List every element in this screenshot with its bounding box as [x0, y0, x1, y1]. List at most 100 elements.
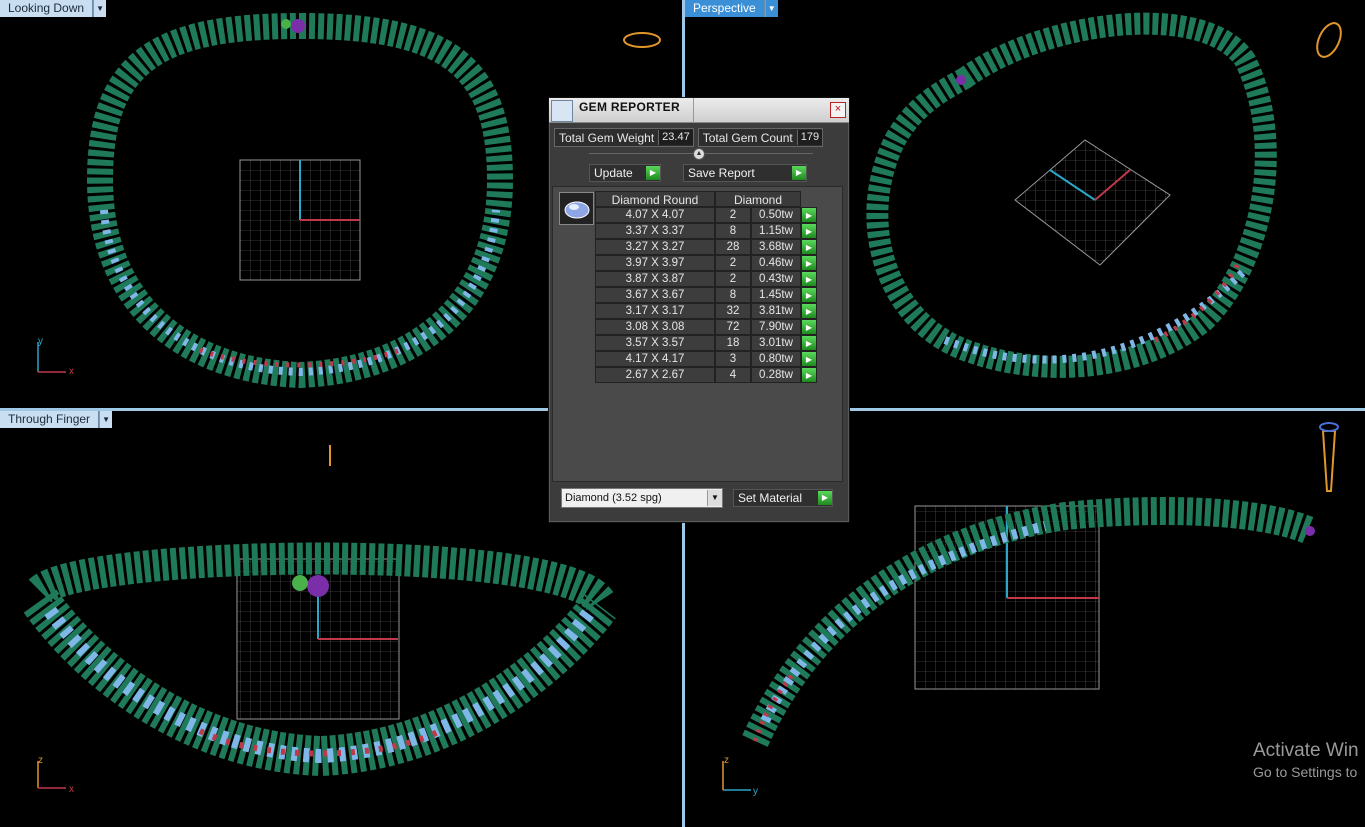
gem-count-cell: 72 [715, 319, 751, 335]
gem-size-cell: 3.27 X 3.27 [595, 239, 715, 255]
gem-count-cell: 28 [715, 239, 751, 255]
save-report-button[interactable]: Save Report ▶ [683, 164, 807, 182]
play-arrow-icon[interactable]: ▶ [801, 303, 817, 319]
axis-label-x: x [69, 784, 74, 795]
gem-weight-cell: 1.15tw [751, 223, 801, 239]
axis-label-z: z [38, 755, 43, 766]
watermark-line-2: Go to Settings to [1253, 764, 1358, 780]
titlebar-divider [693, 98, 694, 122]
dropdown-arrow-icon[interactable]: ▼ [93, 0, 107, 17]
total-gem-weight-value: 23.47 [658, 130, 693, 145]
ring-orientation-icon [623, 32, 661, 48]
gem-size-cell: 3.17 X 3.17 [595, 303, 715, 319]
gem-size-cell: 3.08 X 3.08 [595, 319, 715, 335]
column-header-shape: Diamond Round [595, 191, 715, 207]
chevron-down-icon[interactable]: ▼ [707, 490, 722, 506]
gem-weight-cell: 0.28tw [751, 367, 801, 383]
set-material-button-label: Set Material [738, 491, 803, 505]
update-button[interactable]: Update ▶ [589, 164, 661, 182]
play-arrow-icon[interactable]: ▶ [801, 367, 817, 383]
table-row: 4.07 X 4.07 2 0.50tw ▶ [595, 207, 817, 223]
watermark-line-1: Activate Win [1253, 740, 1359, 761]
set-material-button[interactable]: Set Material ▶ [733, 489, 833, 507]
table-row: 3.17 X 3.17 32 3.81tw ▶ [595, 303, 817, 319]
play-arrow-icon[interactable]: ▶ [801, 335, 817, 351]
gem-size-cell: 3.67 X 3.67 [595, 287, 715, 303]
table-row: 4.17 X 4.17 3 0.80tw ▶ [595, 351, 817, 367]
gem-count-cell: 4 [715, 367, 751, 383]
total-gem-weight-field: Total Gem Weight 23.47 [554, 128, 694, 147]
dialog-title: GEM REPORTER [579, 100, 680, 114]
gem-size-cell: 3.37 X 3.37 [595, 223, 715, 239]
gem-weight-cell: 0.80tw [751, 351, 801, 367]
total-gem-count-value: 179 [796, 130, 823, 145]
gem-count-cell: 2 [715, 207, 751, 223]
update-button-label: Update [594, 166, 633, 180]
play-arrow-icon[interactable]: ▶ [801, 223, 817, 239]
gem-table: Diamond Round Diamond 4.07 X 4.07 2 0.50tw… [595, 191, 817, 383]
ring-orientation-icon [1316, 22, 1342, 58]
viewport-label-through-finger[interactable]: Through Finger ▼ [0, 411, 113, 428]
gem-weight-cell: 0.46tw [751, 255, 801, 271]
play-arrow-icon[interactable]: ▶ [801, 319, 817, 335]
table-row: 3.87 X 3.87 2 0.43tw ▶ [595, 271, 817, 287]
gem-count-cell: 8 [715, 287, 751, 303]
viewport-label-perspective[interactable]: Perspective ▼ [685, 0, 778, 17]
play-arrow-icon[interactable]: ▶ [818, 491, 832, 505]
viewport-title: Through Finger [0, 411, 100, 428]
axis-label-z: z [724, 755, 729, 766]
collapse-toggle-icon[interactable]: ▲ [693, 148, 705, 160]
dropdown-arrow-icon[interactable]: ▼ [764, 0, 778, 17]
total-gem-count-field: Total Gem Count 179 [697, 128, 824, 147]
table-row: 3.37 X 3.37 8 1.15tw ▶ [595, 223, 817, 239]
play-arrow-icon[interactable]: ▶ [801, 255, 817, 271]
gem-count-cell: 18 [715, 335, 751, 351]
play-arrow-icon[interactable]: ▶ [646, 166, 660, 180]
play-arrow-icon[interactable]: ▶ [801, 351, 817, 367]
gem-weight-cell: 0.43tw [751, 271, 801, 287]
gem-count-cell: 3 [715, 351, 751, 367]
gem-list-panel: Diamond Round Diamond 4.07 X 4.07 2 0.50tw… [552, 186, 843, 482]
gem-weight-cell: 3.68tw [751, 239, 801, 255]
material-select[interactable]: Diamond (3.52 spg) ▼ [561, 488, 723, 508]
gem-weight-cell: 7.90tw [751, 319, 801, 335]
total-gem-count-label: Total Gem Count [702, 130, 793, 145]
viewport-title: Looking Down [0, 0, 94, 17]
table-row: 3.97 X 3.97 2 0.46tw ▶ [595, 255, 817, 271]
play-arrow-icon[interactable]: ▶ [801, 287, 817, 303]
gem-size-cell: 3.97 X 3.97 [595, 255, 715, 271]
gem-size-cell: 2.67 X 2.67 [595, 367, 715, 383]
viewport-label-looking-down[interactable]: Looking Down ▼ [0, 0, 107, 17]
viewport-title: Perspective [685, 0, 765, 17]
gem-reporter-icon [551, 100, 573, 122]
play-arrow-icon[interactable]: ▶ [801, 239, 817, 255]
gem-weight-cell: 3.81tw [751, 303, 801, 319]
axis-label-x: x [69, 366, 74, 377]
gem-reporter-dialog: GEM REPORTER × Total Gem Weight 23.47 To… [548, 97, 850, 523]
play-arrow-icon[interactable]: ▶ [801, 271, 817, 287]
column-header-material: Diamond [715, 191, 801, 207]
dialog-titlebar[interactable]: GEM REPORTER × [549, 98, 849, 123]
material-select-value: Diamond (3.52 spg) [565, 492, 662, 504]
table-row: 3.67 X 3.67 8 1.45tw ▶ [595, 287, 817, 303]
diamond-round-gem-icon[interactable] [559, 192, 594, 225]
gem-count-cell: 8 [715, 223, 751, 239]
save-report-button-label: Save Report [688, 166, 755, 180]
table-row: 2.67 X 2.67 4 0.28tw ▶ [595, 367, 817, 383]
dropdown-arrow-icon[interactable]: ▼ [99, 411, 113, 428]
gem-weight-cell: 1.45tw [751, 287, 801, 303]
gem-count-cell: 32 [715, 303, 751, 319]
close-button[interactable]: × [830, 102, 846, 118]
gem-weight-cell: 0.50tw [751, 207, 801, 223]
play-arrow-icon[interactable]: ▶ [801, 207, 817, 223]
gem-count-cell: 2 [715, 255, 751, 271]
construction-grid [1014, 139, 1171, 266]
gem-count-cell: 2 [715, 271, 751, 287]
gem-size-cell: 4.07 X 4.07 [595, 207, 715, 223]
gem-size-cell: 3.57 X 3.57 [595, 335, 715, 351]
ring-orientation-icon [1321, 430, 1337, 492]
windows-activation-watermark: Activate Win Go to Settings to [1253, 740, 1359, 780]
gem-size-cell: 3.87 X 3.87 [595, 271, 715, 287]
table-row: 3.27 X 3.27 28 3.68tw ▶ [595, 239, 817, 255]
play-arrow-icon[interactable]: ▶ [792, 166, 806, 180]
